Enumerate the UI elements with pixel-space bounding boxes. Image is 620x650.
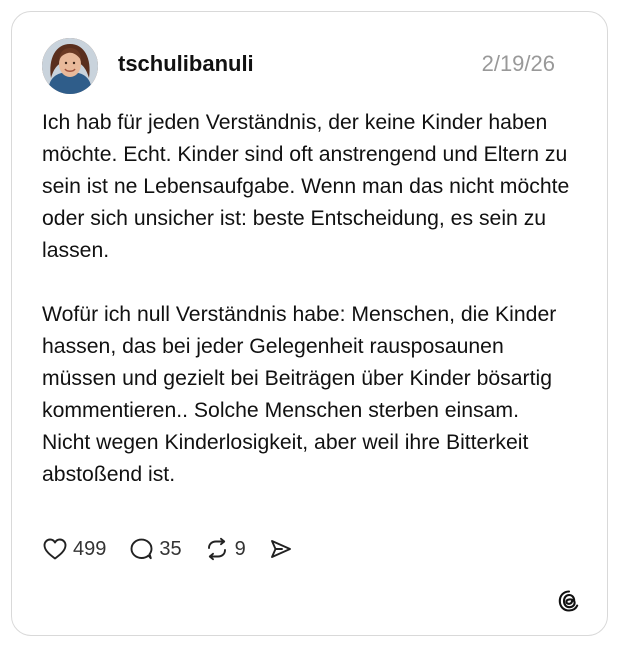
- like-button[interactable]: 499: [42, 537, 106, 561]
- speech-bubble-icon: [130, 538, 153, 560]
- repost-icon: [207, 537, 226, 561]
- post-card: tschulibanuli 2/19/26 Ich hab für jeden …: [11, 11, 608, 636]
- share-button[interactable]: [268, 537, 294, 561]
- post-text: Ich hab für jeden Verständnis, der keine…: [42, 107, 572, 491]
- heart-icon: [43, 538, 67, 560]
- repost-count: 9: [234, 538, 246, 560]
- like-count: 499: [73, 538, 107, 560]
- repost-button[interactable]: 9: [204, 537, 246, 561]
- post-date: 2/19/26: [481, 51, 555, 76]
- action-bar: 499 35 9: [42, 534, 316, 564]
- threads-logo-icon[interactable]: [557, 589, 581, 613]
- post-paragraph-2: Wofür ich null Verständnis habe: Mensche…: [42, 303, 557, 486]
- username[interactable]: tschulibanuli: [118, 50, 254, 78]
- avatar[interactable]: [42, 38, 98, 94]
- reply-button[interactable]: 35: [128, 537, 182, 561]
- avatar-image: [42, 38, 98, 94]
- reply-count: 35: [159, 538, 182, 560]
- send-icon: [270, 540, 291, 558]
- post-paragraph-1: Ich hab für jeden Verständnis, der keine…: [42, 111, 570, 262]
